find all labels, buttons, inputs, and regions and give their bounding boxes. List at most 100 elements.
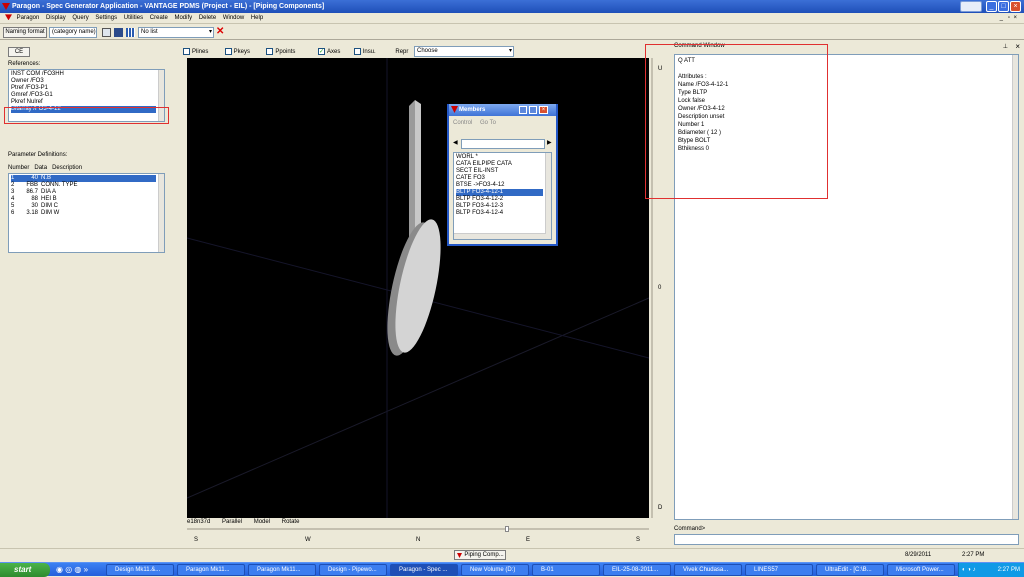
- table-row[interactable]: 5 30 DIM C: [11, 203, 162, 210]
- menu-window[interactable]: Window: [223, 15, 244, 21]
- insu-checkbox[interactable]: Insu.: [353, 48, 394, 57]
- list-item[interactable]: Gmref /FO3-G1: [11, 92, 162, 99]
- list-item-selected[interactable]: BLTP FO3-4-12-1: [456, 189, 543, 196]
- forward-icon[interactable]: ▶: [547, 139, 552, 146]
- task-button[interactable]: Vivek Chudasa...: [674, 564, 742, 576]
- list-item[interactable]: Owner /FO3: [11, 78, 162, 85]
- slider-thumb[interactable]: [505, 526, 509, 532]
- params-scrollbar[interactable]: [158, 174, 164, 252]
- ce-button[interactable]: CE: [8, 47, 30, 57]
- tray-icons[interactable]: ◐ ◑ ♪: [959, 563, 976, 577]
- list-item[interactable]: SECT EIL-INST: [456, 168, 549, 175]
- document-icon[interactable]: [5, 14, 12, 21]
- task-button[interactable]: EIL-25-08-2011...: [603, 564, 671, 576]
- checkbox-icon[interactable]: [224, 48, 232, 55]
- members-menu-control[interactable]: Control: [453, 120, 472, 126]
- task-button[interactable]: Design - Pipewo...: [319, 564, 387, 576]
- command-input[interactable]: [674, 534, 1019, 545]
- close-icon[interactable]: ×: [1015, 42, 1020, 51]
- pin-icon[interactable]: ⊥: [1003, 43, 1008, 50]
- language-bar-icon[interactable]: [960, 1, 982, 12]
- chevron-down-icon[interactable]: ▾: [509, 47, 512, 56]
- checkbox-icon[interactable]: [266, 48, 274, 55]
- tool-icon[interactable]: [102, 28, 111, 37]
- category-name-field[interactable]: (category name): [49, 27, 97, 38]
- menu-query[interactable]: Query: [72, 15, 88, 21]
- chevron-down-icon[interactable]: ▾: [209, 28, 212, 37]
- menu-settings[interactable]: Settings: [95, 15, 117, 21]
- list-item[interactable]: INST COM /FO3HH: [11, 71, 162, 78]
- task-button[interactable]: New Volume (D:): [461, 564, 529, 576]
- maximize-button[interactable]: □: [998, 1, 1009, 12]
- members-menu-goto[interactable]: Go To: [480, 120, 496, 126]
- menu-delete[interactable]: Delete: [199, 15, 216, 21]
- menu-utilities[interactable]: Utilities: [124, 15, 143, 21]
- members-list[interactable]: WORL * CATA EILPIPE CATA SECT EIL-INST C…: [453, 152, 552, 240]
- pkeys-checkbox[interactable]: Pkeys: [224, 48, 265, 57]
- list-item[interactable]: Pkref Nulref: [11, 99, 162, 106]
- members-hscrollbar[interactable]: [454, 233, 546, 239]
- members-close-icon[interactable]: ×: [539, 106, 548, 114]
- mdi-restore-icon[interactable]: ▫: [1008, 13, 1010, 24]
- members-dialog[interactable]: Members × Control Go To ◀ ▶ WORL * CATA …: [447, 104, 558, 246]
- list-item[interactable]: BLTP FO3-4-12-4: [456, 210, 549, 217]
- task-button[interactable]: B-01: [532, 564, 600, 576]
- minimize-button[interactable]: _: [986, 1, 997, 12]
- ppoints-checkbox[interactable]: Ppoints: [266, 48, 316, 57]
- members-minimize-icon[interactable]: [519, 106, 527, 114]
- back-icon[interactable]: ◀: [453, 139, 458, 146]
- horizontal-slider[interactable]: [187, 528, 649, 530]
- menu-paragon[interactable]: Paragon: [17, 15, 40, 21]
- list-item[interactable]: BLTP FO3-4-12-2: [456, 196, 549, 203]
- axes-checkbox[interactable]: ✓ Axes: [318, 48, 352, 57]
- checkbox-icon[interactable]: [183, 48, 190, 55]
- repr-select[interactable]: Choose ▾: [414, 46, 514, 57]
- table-row[interactable]: 6 3.18 DIM W: [11, 210, 162, 217]
- tray-clock[interactable]: 2:27 PM: [998, 567, 1020, 573]
- task-button-active[interactable]: Paragon - Spec ...: [390, 564, 458, 576]
- delete-icon[interactable]: ✕: [216, 26, 226, 38]
- 3d-viewport[interactable]: [187, 58, 649, 518]
- task-button[interactable]: Design Mk11.&...: [106, 564, 174, 576]
- table-row[interactable]: 2 FBB CONN. TYPE: [11, 182, 162, 189]
- piping-components-tab[interactable]: Piping Comp...: [454, 550, 506, 560]
- members-nav-field[interactable]: [461, 139, 545, 149]
- mdi-close-icon[interactable]: ×: [1013, 13, 1017, 24]
- command-prompt-label: Command>: [674, 526, 706, 532]
- plines-checkbox[interactable]: Plines: [183, 48, 223, 57]
- task-button[interactable]: LINES57: [745, 564, 813, 576]
- list-item[interactable]: CATA EILPIPE CATA: [456, 161, 549, 168]
- plines-label: Plines: [192, 49, 209, 56]
- close-button[interactable]: ×: [1010, 1, 1021, 12]
- members-scrollbar[interactable]: [545, 153, 551, 239]
- list-item[interactable]: WORL *: [456, 154, 549, 161]
- checkbox-icon[interactable]: [353, 48, 361, 55]
- list-item[interactable]: BLTP FO3-4-12-3: [456, 203, 549, 210]
- list-item[interactable]: Ptref /FO3-P1: [11, 85, 162, 92]
- table-row[interactable]: 4 88 HEI B: [11, 196, 162, 203]
- list-item[interactable]: CATE FO3: [456, 175, 549, 182]
- table-row[interactable]: 3 86.7 DIA A: [11, 189, 162, 196]
- menu-display[interactable]: Display: [46, 15, 66, 21]
- params-list[interactable]: 1 40 N.B 2 FBB CONN. TYPE 3 86.7 DIA A 4 88 HEI …: [8, 173, 165, 253]
- quick-launch[interactable]: ◉ ◎ ◍ »: [56, 565, 101, 575]
- mdi-minimize-icon[interactable]: _: [1000, 13, 1003, 24]
- menu-create[interactable]: Create: [150, 15, 168, 21]
- task-button[interactable]: Paragon Mk11...: [177, 564, 245, 576]
- menu-help[interactable]: Help: [251, 15, 263, 21]
- members-maximize-icon[interactable]: [529, 106, 537, 114]
- table-row[interactable]: 1 40 N.B: [11, 175, 156, 182]
- grid-icon[interactable]: [126, 28, 135, 37]
- cell-description: HEI B: [41, 196, 57, 202]
- start-button[interactable]: start: [0, 563, 50, 577]
- menu-modify[interactable]: Modify: [174, 15, 192, 21]
- command-scrollbar[interactable]: [1012, 55, 1018, 519]
- save-icon[interactable]: [114, 28, 123, 37]
- task-button[interactable]: Paragon Mk11...: [248, 564, 316, 576]
- list-item[interactable]: BTSE ->FO3-4-12: [456, 182, 549, 189]
- checkmark-icon[interactable]: ✓: [318, 48, 326, 55]
- naming-format-button[interactable]: Naming format: [3, 27, 47, 38]
- list-select[interactable]: No list ▾: [138, 27, 214, 38]
- task-button[interactable]: Microsoft Power...: [887, 564, 955, 576]
- task-button[interactable]: UltraEdit - [C:\B...: [816, 564, 884, 576]
